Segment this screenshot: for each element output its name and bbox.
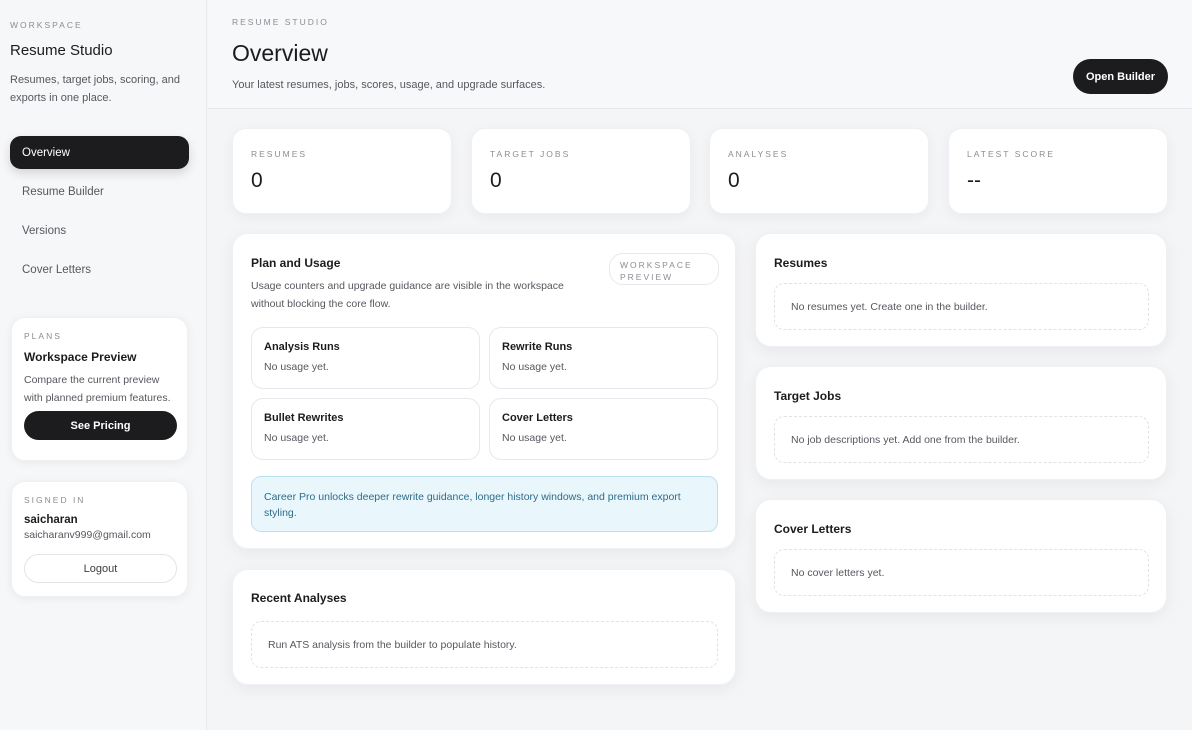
page-header: RESUME STUDIO Overview Your latest resum… <box>208 0 1192 109</box>
nav-item-resume-builder[interactable]: Resume Builder <box>10 175 189 208</box>
open-builder-button[interactable]: Open Builder <box>1073 59 1168 94</box>
stat-label: TARGET JOBS <box>490 149 571 159</box>
workspace-preview-badge: WORKSPACE PREVIEW <box>609 253 719 285</box>
usage-value: No usage yet. <box>502 361 567 373</box>
usage-title: Cover Letters <box>502 412 573 424</box>
stat-label: ANALYSES <box>728 149 789 159</box>
resumes-panel: Resumes No resumes yet. Create one in th… <box>755 233 1167 347</box>
account-card: SIGNED IN saicharan saicharanv999@gmail.… <box>11 481 188 597</box>
cover-letters-empty-state: No cover letters yet. <box>774 549 1149 596</box>
target-jobs-title: Target Jobs <box>774 389 842 403</box>
usage-counter-cover-letters: Cover Letters No usage yet. <box>489 398 718 460</box>
app-title: Resume Studio <box>10 42 113 59</box>
stat-value: -- <box>967 169 981 192</box>
resumes-empty-state: No resumes yet. Create one in the builde… <box>774 283 1149 330</box>
plans-eyebrow: PLANS <box>24 331 62 341</box>
signed-in-eyebrow: SIGNED IN <box>24 495 86 505</box>
stat-label: RESUMES <box>251 149 308 159</box>
plan-usage-title: Plan and Usage <box>251 256 341 270</box>
stat-value: 0 <box>251 169 263 192</box>
nav-item-cover-letters[interactable]: Cover Letters <box>10 253 189 286</box>
header-eyebrow: RESUME STUDIO <box>232 17 329 27</box>
usage-counter-bullet-rewrites: Bullet Rewrites No usage yet. <box>251 398 480 460</box>
usage-title: Rewrite Runs <box>502 341 573 353</box>
target-jobs-panel: Target Jobs No job descriptions yet. Add… <box>755 366 1167 480</box>
target-jobs-empty-state: No job descriptions yet. Add one from th… <box>774 416 1149 463</box>
usage-value: No usage yet. <box>264 361 329 373</box>
plans-description: Compare the current preview with planned… <box>24 374 171 404</box>
upgrade-note: Career Pro unlocks deeper rewrite guidan… <box>251 476 718 532</box>
nav-item-overview[interactable]: Overview <box>10 136 189 169</box>
usage-title: Analysis Runs <box>264 341 340 353</box>
stat-value: 0 <box>490 169 502 192</box>
app-description: Resumes, target jobs, scoring, and expor… <box>10 74 180 104</box>
plan-usage-panel: Plan and Usage Usage counters and upgrad… <box>232 233 736 549</box>
recent-analyses-panel: Recent Analyses Run ATS analysis from th… <box>232 569 736 685</box>
stat-card-target-jobs: TARGET JOBS 0 <box>471 128 691 214</box>
username: saicharan <box>24 514 78 526</box>
logout-button[interactable]: Logout <box>24 554 177 583</box>
plans-title: Workspace Preview <box>24 350 137 364</box>
stat-card-analyses: ANALYSES 0 <box>709 128 929 214</box>
recent-analyses-empty-state: Run ATS analysis from the builder to pop… <box>251 621 718 668</box>
usage-value: No usage yet. <box>502 432 567 444</box>
usage-counter-analysis-runs: Analysis Runs No usage yet. <box>251 327 480 389</box>
recent-analyses-title: Recent Analyses <box>251 591 347 605</box>
plans-card: PLANS Workspace Preview Compare the curr… <box>11 317 188 461</box>
stat-card-latest-score: LATEST SCORE -- <box>948 128 1168 214</box>
plan-usage-description: Usage counters and upgrade guidance are … <box>251 280 564 310</box>
stat-label: LATEST SCORE <box>967 149 1055 159</box>
usage-value: No usage yet. <box>264 432 329 444</box>
page-title: Overview <box>232 40 328 66</box>
see-pricing-button[interactable]: See Pricing <box>24 411 177 440</box>
workspace-eyebrow: WORKSPACE <box>10 20 83 30</box>
page-subtitle: Your latest resumes, jobs, scores, usage… <box>232 79 546 91</box>
nav-item-versions[interactable]: Versions <box>10 214 189 247</box>
cover-letters-title: Cover Letters <box>774 522 852 536</box>
stat-card-resumes: RESUMES 0 <box>232 128 452 214</box>
resumes-title: Resumes <box>774 256 828 270</box>
cover-letters-panel: Cover Letters No cover letters yet. <box>755 499 1167 613</box>
user-email: saicharanv999@gmail.com <box>24 529 151 541</box>
sidebar: WORKSPACE Resume Studio Resumes, target … <box>0 0 207 730</box>
stat-value: 0 <box>728 169 740 192</box>
usage-counter-rewrite-runs: Rewrite Runs No usage yet. <box>489 327 718 389</box>
usage-title: Bullet Rewrites <box>264 412 344 424</box>
